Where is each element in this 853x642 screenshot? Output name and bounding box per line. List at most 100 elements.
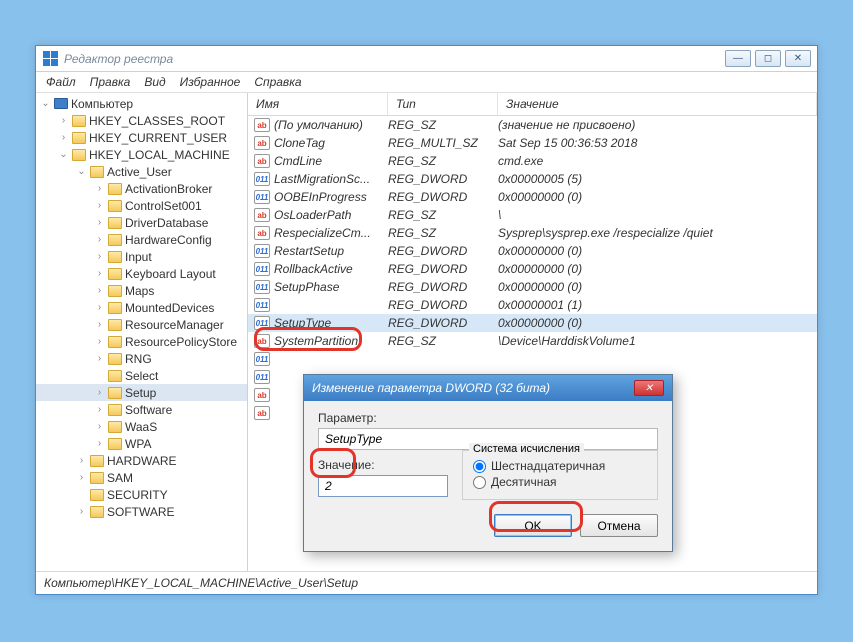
tree-item[interactable]: › WPA <box>36 435 247 452</box>
chevron-icon[interactable]: ⌄ <box>76 166 87 177</box>
tree-item[interactable]: ›DriverDatabase <box>36 214 247 231</box>
tree-item[interactable]: › ControlSet001 <box>36 197 247 214</box>
col-value[interactable]: Значение <box>498 93 817 115</box>
chevron-icon[interactable]: › <box>76 472 87 483</box>
chevron-icon[interactable]: › <box>94 302 105 313</box>
value-row[interactable]: abOsLoaderPathREG_SZ\ <box>248 206 817 224</box>
list-header: Имя Tun Значение <box>248 93 817 116</box>
chevron-icon[interactable]: › <box>94 183 105 194</box>
tree-item[interactable]: ⌄HKEY_LOCAL_MACHINE <box>36 146 247 163</box>
folder-icon <box>108 200 122 212</box>
tree-item[interactable]: ›RNG <box>36 350 247 367</box>
value-row[interactable]: 011RollbackActiveREG_DWORD0x00000000 (0) <box>248 260 817 278</box>
chevron-icon[interactable]: › <box>76 455 87 466</box>
value-input[interactable] <box>318 475 448 497</box>
value-name: RespecializeCm... <box>274 226 388 240</box>
dialog-close-button[interactable]: ✕ <box>634 380 664 396</box>
value-row[interactable]: abCmdLineREG_SZcmd.exe <box>248 152 817 170</box>
value-row[interactable]: 011RestartSetupREG_DWORD0x00000000 (0) <box>248 242 817 260</box>
radio-dec-input[interactable] <box>473 476 486 489</box>
value-row[interactable]: 011SetupTypeREG_DWORD0x00000000 (0) <box>248 314 817 332</box>
dword-icon: 011 <box>254 172 270 186</box>
radio-dec[interactable]: Десятичная <box>473 475 647 489</box>
value-row[interactable]: 011OOBEInProgressREG_DWORD0x00000000 (0) <box>248 188 817 206</box>
value-name: SetupPhase <box>274 280 388 294</box>
tree-item[interactable]: ›SAM <box>36 469 247 486</box>
chevron-icon[interactable]: › <box>94 336 105 347</box>
folder-icon <box>90 472 104 484</box>
chevron-icon[interactable]: › <box>58 132 69 143</box>
value-row[interactable]: 011SetupPhaseREG_DWORD0x00000000 (0) <box>248 278 817 296</box>
tree-item[interactable]: ›SOFTWARE <box>36 503 247 520</box>
tree-item[interactable]: › WaaS <box>36 418 247 435</box>
chevron-icon[interactable]: › <box>94 268 105 279</box>
tree-label: ActivationBroker <box>125 182 212 196</box>
menu-Справка[interactable]: Справка <box>254 75 301 89</box>
tree-label: Maps <box>125 284 154 298</box>
chevron-icon[interactable]: › <box>94 200 105 211</box>
close-button[interactable]: ✕ <box>785 50 811 67</box>
col-type[interactable]: Tun <box>388 93 498 115</box>
tree-label: WPA <box>125 437 151 451</box>
tree-label: WaaS <box>125 420 157 434</box>
tree-item[interactable]: ›HardwareConfig <box>36 231 247 248</box>
value-row[interactable]: 011REG_DWORD0x00000001 (1) <box>248 296 817 314</box>
tree-item[interactable]: ›HKEY_CLASSES_ROOT <box>36 112 247 129</box>
tree-label: ControlSet001 <box>125 199 202 213</box>
chevron-icon[interactable]: › <box>94 438 105 449</box>
tree-item[interactable]: › Maps <box>36 282 247 299</box>
value-row[interactable]: abRespecializeCm...REG_SZSysprep\sysprep… <box>248 224 817 242</box>
value-type: REG_DWORD <box>388 298 498 312</box>
menu-Избранное[interactable]: Избранное <box>180 75 241 89</box>
menu-Файл[interactable]: Файл <box>46 75 76 89</box>
value-row[interactable]: 011LastMigrationSc...REG_DWORD0x00000005… <box>248 170 817 188</box>
statusbar: Компьютер\HKEY_LOCAL_MACHINE\Active_User… <box>36 571 817 594</box>
value-row[interactable]: ab(По умолчанию)REG_SZ(значение не присв… <box>248 116 817 134</box>
chevron-icon[interactable]: › <box>94 319 105 330</box>
ok-button[interactable]: OK <box>494 514 572 537</box>
tree-item[interactable]: SECURITY <box>36 486 247 503</box>
menu-Правка[interactable]: Правка <box>90 75 131 89</box>
chevron-icon[interactable]: › <box>76 506 87 517</box>
value-row[interactable]: 011 <box>248 350 817 368</box>
tree-item[interactable]: Select <box>36 367 247 384</box>
cancel-button[interactable]: Отмена <box>580 514 658 537</box>
value-data: Sat Sep 15 00:36:53 2018 <box>498 136 637 150</box>
tree-panel[interactable]: ⌄ Компьютер ›HKEY_CLASSES_ROOT›HKEY_CURR… <box>36 93 248 571</box>
tree-item[interactable]: › ActivationBroker <box>36 180 247 197</box>
value-data: \ <box>498 208 501 222</box>
chevron-icon[interactable]: › <box>94 234 105 245</box>
tree-item[interactable]: ›MountedDevices <box>36 299 247 316</box>
param-label: Параметр: <box>318 411 658 425</box>
value-name: SetupType <box>274 316 388 330</box>
tree-item[interactable]: ›ResourcePolicyStore <box>36 333 247 350</box>
menu-Вид[interactable]: Вид <box>144 75 165 89</box>
radio-hex[interactable]: Шестнадцатеричная <box>473 459 647 473</box>
tree-item[interactable]: ›HKEY_CURRENT_USER <box>36 129 247 146</box>
tree-item[interactable]: ›ResourceManager <box>36 316 247 333</box>
tree-item[interactable]: ›Keyboard Layout <box>36 265 247 282</box>
chevron-icon[interactable]: › <box>94 285 105 296</box>
window-title: Редактор реестра <box>64 52 173 66</box>
chevron-icon[interactable]: › <box>94 387 105 398</box>
tree-item[interactable]: ⌄Active_User <box>36 163 247 180</box>
chevron-icon[interactable]: › <box>94 217 105 228</box>
chevron-icon[interactable]: › <box>94 421 105 432</box>
tree-item[interactable]: ›Setup <box>36 384 247 401</box>
maximize-button[interactable]: ◻ <box>755 50 781 67</box>
chevron-icon[interactable]: › <box>58 115 69 126</box>
value-row[interactable]: abSystemPartitionREG_SZ\Device\HarddiskV… <box>248 332 817 350</box>
minimize-button[interactable]: — <box>725 50 751 67</box>
chevron-icon[interactable]: › <box>94 404 105 415</box>
value-row[interactable]: abCloneTagREG_MULTI_SZSat Sep 15 00:36:5… <box>248 134 817 152</box>
chevron-down-icon[interactable]: ⌄ <box>40 98 51 109</box>
radio-hex-input[interactable] <box>473 460 486 473</box>
chevron-icon[interactable]: › <box>94 353 105 364</box>
chevron-icon[interactable]: ⌄ <box>58 149 69 160</box>
tree-item[interactable]: ›Input <box>36 248 247 265</box>
col-name[interactable]: Имя <box>248 93 388 115</box>
chevron-icon[interactable]: › <box>94 251 105 262</box>
tree-root[interactable]: ⌄ Компьютер <box>36 95 247 112</box>
tree-item[interactable]: ›Software <box>36 401 247 418</box>
tree-item[interactable]: ›HARDWARE <box>36 452 247 469</box>
